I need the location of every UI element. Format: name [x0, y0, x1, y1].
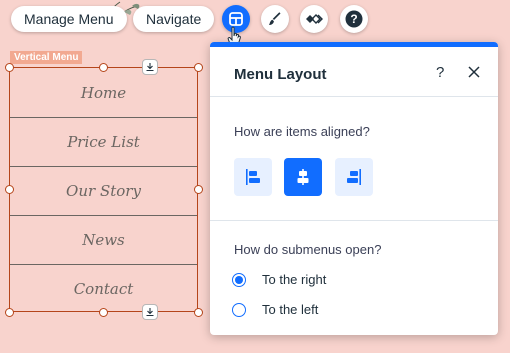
close-icon[interactable]: [467, 65, 481, 79]
resize-handle-right[interactable]: [194, 185, 203, 194]
animation-button[interactable]: [300, 5, 328, 33]
download-arrow-icon: [146, 63, 154, 72]
panel-accent-bar: [210, 42, 498, 47]
resize-handle-left[interactable]: [5, 185, 14, 194]
submenu-right-option[interactable]: To the right: [232, 272, 326, 287]
stretch-top-button[interactable]: [142, 59, 158, 75]
radio-unselected-icon[interactable]: [232, 302, 246, 317]
panel-title: Menu Layout: [234, 66, 327, 83]
submenu-left-option[interactable]: To the left: [232, 302, 318, 317]
menu-item-contact[interactable]: Contact: [10, 264, 197, 313]
vertical-menu[interactable]: Home Price List Our Story News Contact: [9, 67, 198, 312]
element-name-tag: Vertical Menu: [10, 51, 83, 64]
menu-item-price-list[interactable]: Price List: [10, 117, 197, 166]
navigate-button[interactable]: Navigate: [133, 6, 215, 32]
paint-brush-icon: [269, 12, 281, 25]
align-left-button[interactable]: [234, 158, 272, 196]
resize-handle-top[interactable]: [99, 63, 108, 72]
align-center-icon: [297, 169, 309, 185]
stretch-bottom-button[interactable]: [142, 304, 158, 320]
submenu-question: How do submenus open?: [234, 242, 382, 257]
resize-handle-bottom-left[interactable]: [5, 308, 14, 317]
align-right-icon: [347, 169, 361, 185]
menu-item-our-story[interactable]: Our Story: [10, 166, 197, 215]
resize-handle-top-left[interactable]: [5, 63, 14, 72]
align-center-button[interactable]: [284, 158, 322, 196]
menu-item-home[interactable]: Home: [10, 68, 197, 117]
menu-layout-panel: Menu Layout ? How are items aligned? How…: [210, 42, 498, 335]
resize-handle-top-right[interactable]: [194, 63, 203, 72]
align-left-icon: [246, 169, 260, 185]
radio-selected-icon[interactable]: [232, 272, 246, 287]
svg-text:?: ?: [350, 12, 357, 26]
layout-icon: [229, 12, 243, 26]
help-icon: ?: [345, 10, 363, 28]
resize-handle-bottom-right[interactable]: [194, 308, 203, 317]
resize-handle-bottom[interactable]: [99, 308, 108, 317]
align-right-button[interactable]: [335, 158, 373, 196]
radio-label: To the left: [262, 302, 319, 317]
download-arrow-icon: [146, 308, 154, 317]
panel-help-button[interactable]: ?: [436, 64, 444, 81]
manage-menu-button[interactable]: Manage Menu: [11, 6, 127, 32]
divider: [210, 96, 498, 97]
animation-icon: [306, 14, 323, 24]
design-button[interactable]: [261, 5, 289, 33]
radio-label: To the right: [262, 272, 327, 287]
alignment-question: How are items aligned?: [234, 124, 370, 139]
menu-item-news[interactable]: News: [10, 215, 197, 264]
help-button[interactable]: ?: [340, 5, 368, 33]
divider: [210, 220, 498, 221]
